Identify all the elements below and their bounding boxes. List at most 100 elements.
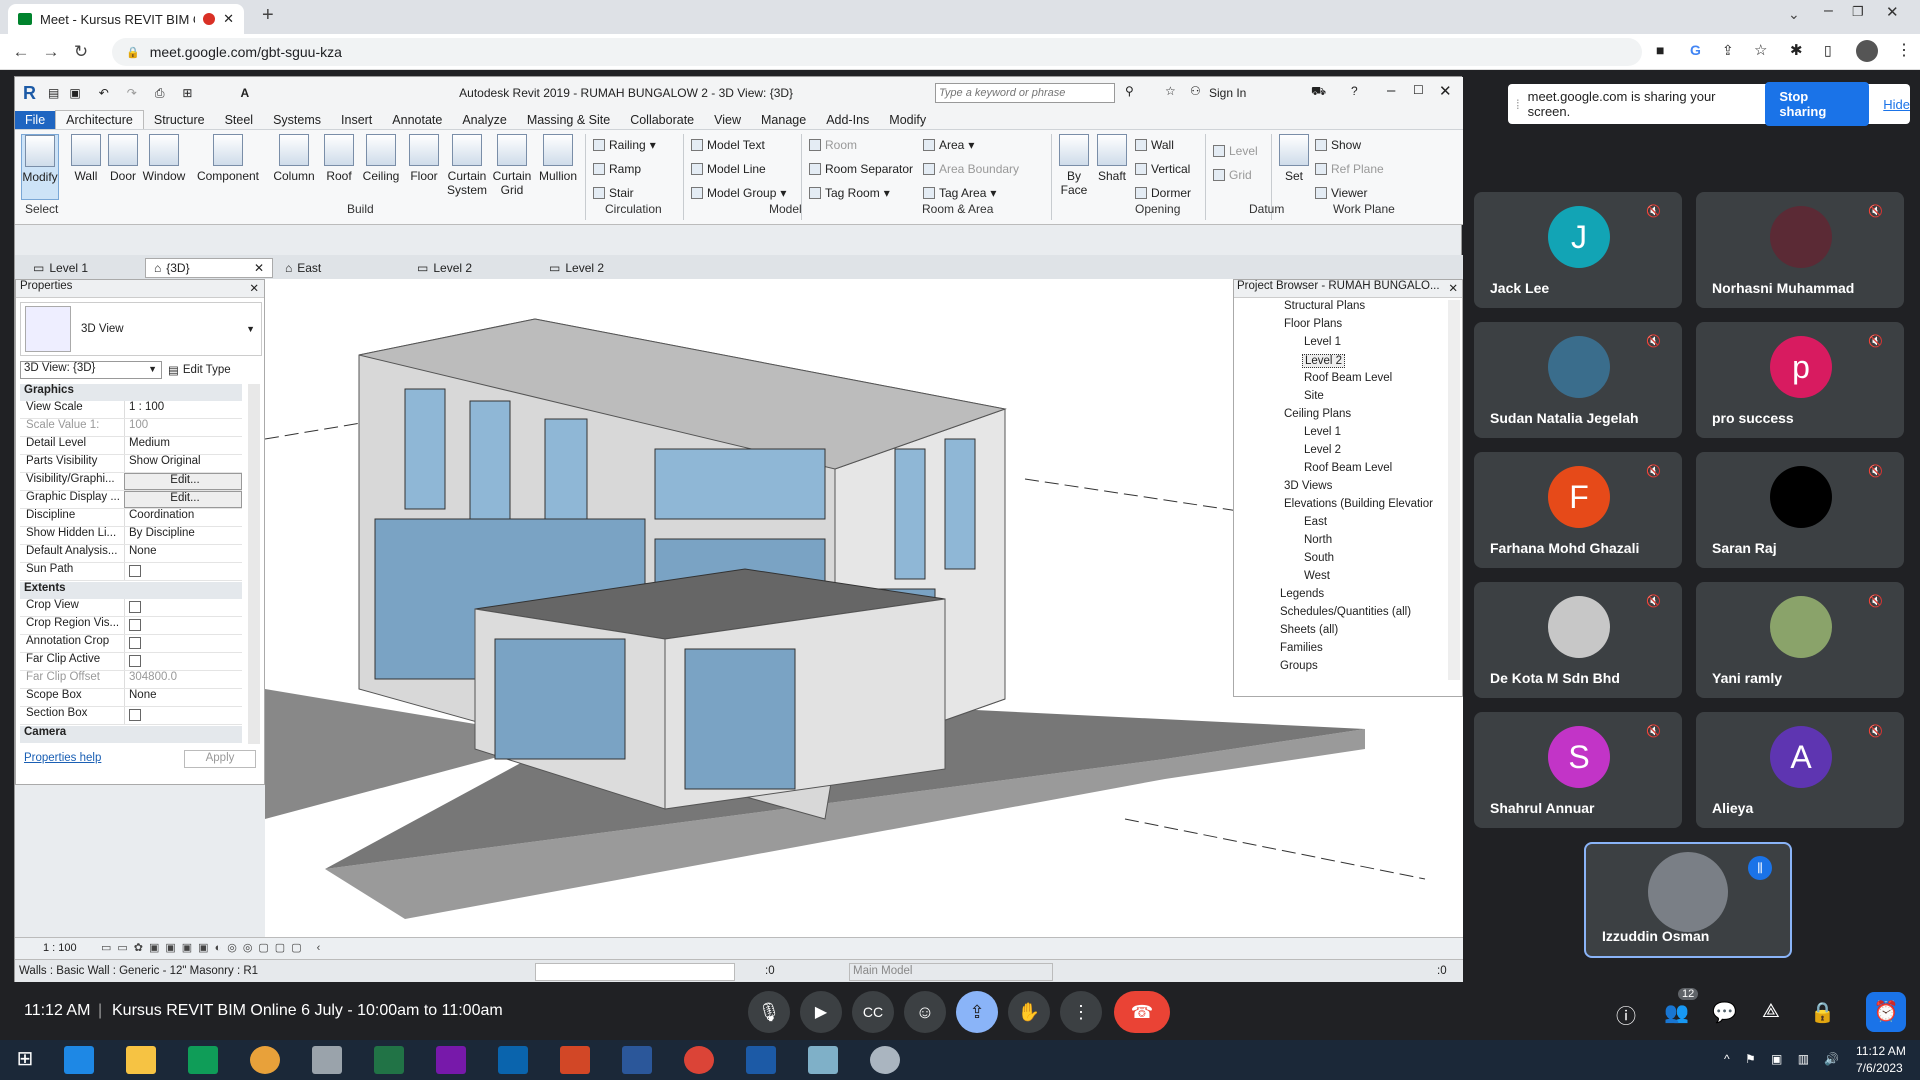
- binoculars-icon[interactable]: ⚲: [1125, 84, 1134, 98]
- view-selector-dropdown[interactable]: 3D View: {3D} ▼: [20, 361, 162, 379]
- participant-tile[interactable]: Saran Raj 🔇: [1696, 452, 1904, 568]
- crop-region-checkbox[interactable]: [129, 619, 141, 631]
- vertical-button[interactable]: Vertical: [1135, 162, 1190, 176]
- tree-item[interactable]: Legends: [1280, 588, 1324, 600]
- level-button[interactable]: Level: [1213, 144, 1258, 158]
- leave-call-button[interactable]: ☎: [1114, 991, 1170, 1033]
- tab-insert[interactable]: Insert: [331, 111, 382, 129]
- prop-row[interactable]: View Scale 1 : 100: [20, 401, 242, 419]
- more-options-button[interactable]: ⋮: [1060, 991, 1102, 1033]
- close-view-icon[interactable]: ✕: [254, 261, 264, 275]
- notepad-icon[interactable]: [312, 1046, 342, 1074]
- close-browser-icon[interactable]: ✕: [1448, 281, 1458, 295]
- tree-item[interactable]: Level 1: [1304, 426, 1341, 438]
- properties-help-link[interactable]: Properties help: [24, 752, 101, 764]
- view-scale[interactable]: 1 : 100: [43, 942, 77, 954]
- tree-item[interactable]: Families: [1280, 642, 1323, 654]
- stair-button[interactable]: Stair: [593, 186, 634, 200]
- prop-row[interactable]: Annotation Crop: [20, 635, 242, 653]
- revit-logo-icon[interactable]: R: [23, 83, 36, 104]
- redo-icon[interactable]: ↷: [127, 86, 137, 100]
- tab-view[interactable]: View: [704, 111, 751, 129]
- prop-row[interactable]: Parts Visibility Show Original: [20, 455, 242, 473]
- ramp-button[interactable]: Ramp: [593, 162, 641, 176]
- bookmark-icon[interactable]: ☆: [1754, 41, 1767, 59]
- revit-maximize-icon[interactable]: ☐: [1413, 83, 1424, 97]
- undo-icon[interactable]: ↶: [99, 86, 109, 100]
- word-icon[interactable]: [622, 1046, 652, 1074]
- profile-avatar[interactable]: [1856, 40, 1878, 62]
- apply-button[interactable]: Apply: [184, 750, 256, 768]
- tab-modify[interactable]: Modify: [879, 111, 936, 129]
- powerpoint-icon[interactable]: [560, 1046, 590, 1074]
- open-icon[interactable]: ▤: [48, 86, 59, 100]
- tree-item[interactable]: East: [1304, 516, 1327, 528]
- start-icon[interactable]: ⊞: [10, 1046, 40, 1074]
- ceiling-button[interactable]: Ceiling: [359, 134, 403, 183]
- forward-icon[interactable]: →: [36, 42, 66, 62]
- sheets-icon[interactable]: [188, 1046, 218, 1074]
- tab-file[interactable]: File: [15, 111, 56, 129]
- prop-row[interactable]: Crop View: [20, 599, 242, 617]
- save-icon[interactable]: ▣: [69, 86, 80, 100]
- participant-tile[interactable]: De Kota M Sdn Bhd 🔇: [1474, 582, 1682, 698]
- search-input[interactable]: [935, 83, 1115, 103]
- measure-icon[interactable]: ⊞: [182, 86, 192, 100]
- participant-tile[interactable]: Sudan Natalia Jegelah 🔇: [1474, 322, 1682, 438]
- properties-scrollbar[interactable]: [248, 384, 260, 744]
- stop-sharing-button[interactable]: Stop sharing: [1765, 82, 1870, 126]
- clock-time[interactable]: 11:12 AM: [1856, 1044, 1906, 1058]
- clock-button[interactable]: ⏰: [1866, 992, 1906, 1032]
- edit-type-button[interactable]: ▤ Edit Type: [168, 361, 260, 379]
- host-controls-icon[interactable]: 🔒: [1810, 1000, 1835, 1025]
- google-icon[interactable]: G: [1690, 42, 1701, 58]
- camera-icon[interactable]: ■: [1656, 42, 1664, 58]
- url-bar[interactable]: 🔒 meet.google.com/gbt-sguu-kza: [112, 38, 1642, 66]
- mic-button[interactable]: 🎙: [748, 991, 790, 1033]
- view-tab-3d[interactable]: ⌂ {3D} ✕: [145, 258, 273, 278]
- participant-tile[interactable]: A Alieya 🔇: [1696, 712, 1904, 828]
- tree-item[interactable]: Roof Beam Level: [1304, 372, 1392, 384]
- revit-minimize-icon[interactable]: –: [1387, 82, 1395, 99]
- view-tab-level2[interactable]: ▭ Level 2: [409, 258, 480, 278]
- prop-row[interactable]: Crop Region Vis...: [20, 617, 242, 635]
- close-tab-icon[interactable]: ✕: [223, 11, 234, 27]
- app2-icon[interactable]: [808, 1046, 838, 1074]
- camera-button[interactable]: ▶: [800, 991, 842, 1033]
- by-face-button[interactable]: By Face: [1055, 134, 1093, 197]
- tab-analyze[interactable]: Analyze: [452, 111, 516, 129]
- prop-row[interactable]: Default Analysis... None: [20, 545, 242, 563]
- window-button[interactable]: Window: [141, 134, 187, 183]
- tree-item[interactable]: Floor Plans: [1284, 318, 1342, 330]
- tree-item[interactable]: Roof Beam Level: [1304, 462, 1392, 474]
- revit-taskbar-icon[interactable]: [746, 1046, 776, 1074]
- annotation-crop-checkbox[interactable]: [129, 637, 141, 649]
- tree-item[interactable]: 3D Views: [1284, 480, 1332, 492]
- minimize-icon[interactable]: –: [1824, 2, 1833, 20]
- explorer-icon[interactable]: [126, 1046, 156, 1074]
- new-tab-icon[interactable]: +: [262, 4, 274, 27]
- roof-button[interactable]: Roof: [321, 134, 357, 183]
- people-icon[interactable]: 👥: [1664, 1000, 1689, 1025]
- participant-tile[interactable]: S Shahrul Annuar 🔇: [1474, 712, 1682, 828]
- star-icon[interactable]: ☆: [1165, 84, 1176, 98]
- curtain-system-button[interactable]: Curtain System: [445, 134, 489, 197]
- user-icon[interactable]: ⚇: [1190, 84, 1201, 98]
- chrome-icon[interactable]: [684, 1046, 714, 1074]
- info-icon[interactable]: ⓘ: [1616, 1000, 1636, 1029]
- model-text-button[interactable]: Model Text: [691, 138, 765, 152]
- model-dropdown[interactable]: Main Model: [849, 963, 1053, 981]
- tree-item[interactable]: Structural Plans: [1284, 300, 1365, 312]
- tab-search-icon[interactable]: ⌄: [1788, 6, 1800, 23]
- tree-item[interactable]: Groups: [1280, 660, 1318, 672]
- participant-tile[interactable]: J Jack Lee 🔇: [1474, 192, 1682, 308]
- curtain-grid-button[interactable]: Curtain Grid: [491, 134, 533, 197]
- prop-row[interactable]: Section Box: [20, 707, 242, 725]
- viewer-button[interactable]: Viewer: [1315, 186, 1367, 200]
- app-icon[interactable]: [250, 1046, 280, 1074]
- component-button[interactable]: Component: [193, 134, 263, 183]
- show-button[interactable]: Show: [1315, 138, 1361, 152]
- dormer-button[interactable]: Dormer: [1135, 186, 1191, 200]
- tree-item[interactable]: Elevations (Building Elevatior: [1284, 498, 1433, 510]
- help-icon[interactable]: ?: [1351, 84, 1358, 98]
